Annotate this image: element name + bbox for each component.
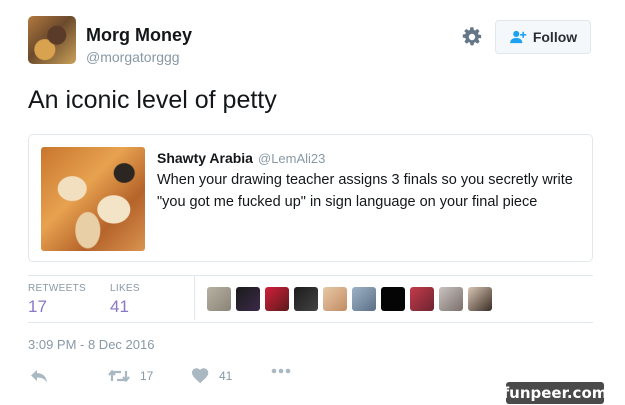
follow-person-plus-icon [509, 30, 527, 44]
follow-button[interactable]: Follow [495, 20, 591, 54]
follow-button-label: Follow [532, 29, 578, 45]
user-handle[interactable]: @morgatorggg [86, 49, 180, 65]
quoted-tweet[interactable]: Shawty Arabia @LemAli23 When your drawin… [28, 134, 593, 262]
retweet-icon [108, 369, 130, 383]
quoted-user-name: Shawty Arabia [157, 150, 253, 166]
retweets-label: RETWEETS [28, 283, 86, 294]
user-name[interactable]: Morg Money [86, 25, 192, 46]
user-avatar[interactable] [28, 16, 76, 64]
reply-icon [31, 370, 47, 383]
liker-avatar[interactable] [207, 287, 231, 311]
quoted-user-handle: @LemAli23 [258, 151, 326, 166]
liker-avatar[interactable] [294, 287, 318, 311]
retweets-count[interactable]: 17 [28, 297, 47, 317]
stats-divider-top [28, 275, 593, 276]
likes-count[interactable]: 41 [110, 297, 129, 317]
quoted-tweet-text-line-2: "you got me fucked up" in sign language … [157, 194, 538, 210]
like-button[interactable]: 41 [192, 368, 232, 384]
retweet-button[interactable]: 17 [108, 368, 153, 384]
like-count: 41 [219, 369, 233, 383]
heart-icon [192, 368, 209, 384]
liker-avatar[interactable] [236, 287, 260, 311]
quoted-tweet-image[interactable] [41, 147, 145, 251]
tweet-text: An iconic level of petty [28, 86, 277, 114]
tweet-timestamp[interactable]: 3:09 PM - 8 Dec 2016 [28, 337, 154, 352]
stats-divider-bottom [28, 322, 593, 323]
gear-icon[interactable] [461, 26, 483, 48]
liker-avatar[interactable] [352, 287, 376, 311]
liker-avatar[interactable] [468, 287, 492, 311]
liker-avatar[interactable] [265, 287, 289, 311]
liker-avatar[interactable] [381, 287, 405, 311]
stats-separator [194, 276, 195, 320]
more-icon [271, 368, 291, 374]
watermark: funpeer.com [502, 382, 608, 404]
likes-label: LIKES [110, 283, 140, 294]
reply-button[interactable] [30, 368, 48, 384]
more-button[interactable] [271, 368, 291, 374]
liker-avatar[interactable] [410, 287, 434, 311]
liker-avatar[interactable] [439, 287, 463, 311]
liker-avatar[interactable] [323, 287, 347, 311]
retweet-count: 17 [140, 369, 154, 383]
quoted-tweet-text-line-1: When your drawing teacher assigns 3 fina… [157, 172, 573, 188]
liker-avatars [207, 287, 492, 311]
